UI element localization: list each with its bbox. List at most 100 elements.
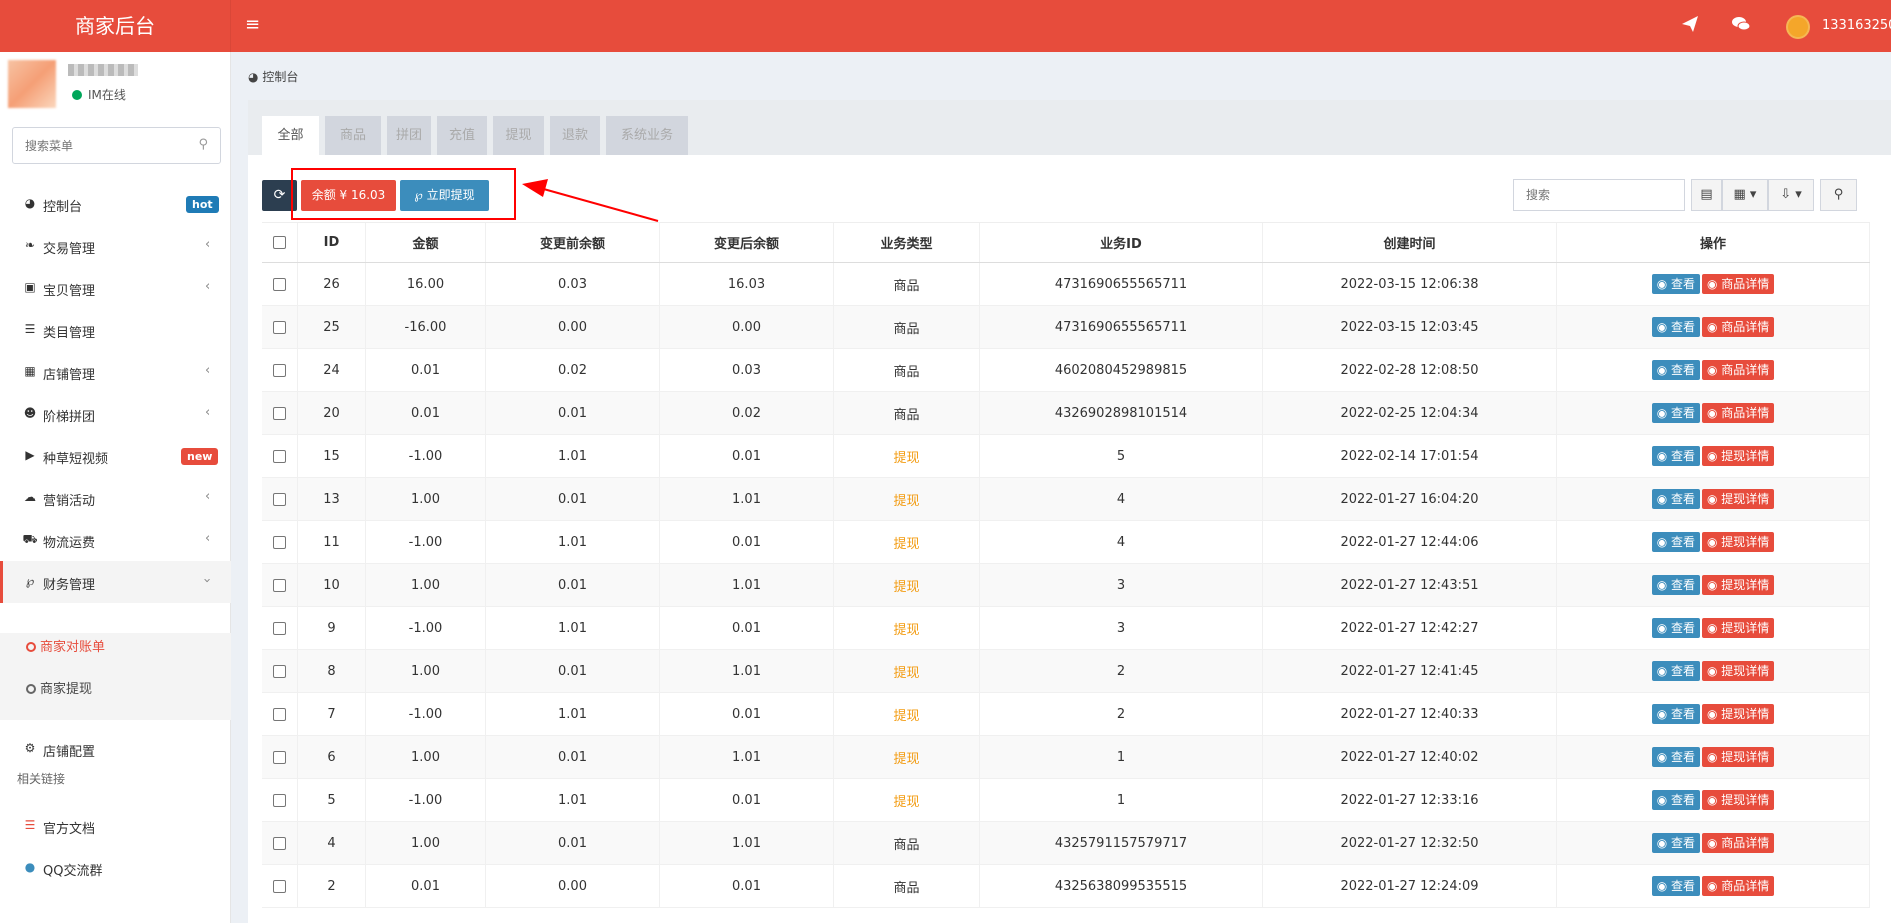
row-checkbox[interactable] [273,793,286,807]
tab-withdraw[interactable]: 提现 [493,116,544,155]
detail-button[interactable]: ◉ 商品详情 [1702,833,1775,853]
detail-button[interactable]: ◉ 提现详情 [1702,704,1775,724]
menu-toggle-icon[interactable]: ≡ [245,14,260,35]
row-select-cell[interactable] [262,349,298,391]
search-button[interactable]: ⚲ [1820,179,1857,211]
column-header[interactable]: 金额 [366,223,486,262]
row-checkbox[interactable] [273,277,286,291]
row-checkbox[interactable] [273,492,286,506]
sidebar-item-video[interactable]: ▶ 种草短视频 new [0,435,231,477]
column-header[interactable]: 业务类型 [834,223,980,262]
row-select-cell[interactable] [262,693,298,735]
view-button[interactable]: ◉ 查看 [1651,575,1700,595]
tab-system[interactable]: 系统业务 [606,116,688,155]
header-username[interactable]: 1331632503 [1822,18,1891,33]
detail-button[interactable]: ◉ 提现详情 [1702,790,1775,810]
view-button[interactable]: ◉ 查看 [1651,790,1700,810]
view-button[interactable]: ◉ 查看 [1651,747,1700,767]
row-checkbox[interactable] [273,707,286,721]
column-header[interactable]: 创建时间 [1263,223,1557,262]
sidebar-item-goods[interactable]: ▣ 宝贝管理 ‹ [0,267,231,309]
tab-refund[interactable]: 退款 [550,116,600,155]
row-select-cell[interactable] [262,263,298,305]
column-header[interactable]: 操作 [1557,223,1870,262]
export-button[interactable]: ⇩ ▾ [1768,179,1814,211]
detail-button[interactable]: ◉ 提现详情 [1702,618,1775,638]
view-button[interactable]: ◉ 查看 [1651,618,1700,638]
sidebar-item-group[interactable]: ☻ 阶梯拼团 ‹ [0,393,231,435]
row-checkbox[interactable] [273,535,286,549]
tab-recharge[interactable]: 充值 [437,116,487,155]
view-button[interactable]: ◉ 查看 [1651,446,1700,466]
detail-button[interactable]: ◉ 提现详情 [1702,446,1775,466]
sidebar-item-marketing[interactable]: ☁ 营销活动 ‹ [0,477,231,519]
row-select-cell[interactable] [262,392,298,434]
row-checkbox[interactable] [273,449,286,463]
select-all-cell[interactable] [262,223,298,262]
view-button[interactable]: ◉ 查看 [1651,833,1700,853]
toggle-view-button[interactable]: ▤ [1691,179,1722,211]
view-button[interactable]: ◉ 查看 [1651,274,1700,294]
app-logo[interactable]: 商家后台 [0,0,231,52]
row-checkbox[interactable] [273,406,286,420]
view-button[interactable]: ◉ 查看 [1651,317,1700,337]
detail-button[interactable]: ◉ 提现详情 [1702,489,1775,509]
tab-goods[interactable]: 商品 [325,116,381,155]
row-checkbox[interactable] [273,750,286,764]
row-select-cell[interactable] [262,650,298,692]
sidebar-item-logistics[interactable]: ⛟ 物流运费 ‹ [0,519,231,561]
detail-button[interactable]: ◉ 商品详情 [1702,403,1775,423]
columns-button[interactable]: ▦ ▾ [1722,179,1768,211]
row-select-cell[interactable] [262,607,298,649]
sidebar-item-store[interactable]: ▦ 店铺管理 ‹ [0,351,231,393]
search-icon[interactable]: ⚲ [198,137,208,152]
view-button[interactable]: ◉ 查看 [1651,489,1700,509]
column-header[interactable]: ID [298,223,366,262]
detail-button[interactable]: ◉ 提现详情 [1702,575,1775,595]
row-checkbox[interactable] [273,664,286,678]
row-select-cell[interactable] [262,736,298,778]
view-button[interactable]: ◉ 查看 [1651,704,1700,724]
tab-group[interactable]: 拼团 [387,116,431,155]
row-checkbox[interactable] [273,621,286,635]
detail-button[interactable]: ◉ 提现详情 [1702,661,1775,681]
row-select-cell[interactable] [262,865,298,907]
row-select-cell[interactable] [262,478,298,520]
row-select-cell[interactable] [262,779,298,821]
sidebar-subitem-statement[interactable]: 商家对账单 [26,636,105,655]
menu-search-input[interactable] [13,128,193,163]
sidebar-subitem-withdraw[interactable]: 商家提现 [26,678,92,697]
tab-all[interactable]: 全部 [262,116,319,155]
table-search-input[interactable] [1514,180,1684,210]
row-checkbox[interactable] [273,879,286,893]
detail-button[interactable]: ◉ 商品详情 [1702,274,1775,294]
sidebar-item-store-config[interactable]: ⚙ 店铺配置 [0,728,231,770]
view-button[interactable]: ◉ 查看 [1651,876,1700,896]
row-select-cell[interactable] [262,306,298,348]
chat-icon[interactable] [1731,14,1751,39]
column-header[interactable]: 业务ID [980,223,1263,262]
column-header[interactable]: 变更后余额 [660,223,834,262]
paper-plane-icon[interactable] [1680,14,1700,39]
detail-button[interactable]: ◉ 商品详情 [1702,360,1775,380]
sidebar-item-dashboard[interactable]: ◕ 控制台 hot [0,183,231,225]
select-all-checkbox[interactable] [273,236,286,249]
sidebar-item-category[interactable]: ☰ 类目管理 [0,309,231,351]
row-select-cell[interactable] [262,521,298,563]
view-button[interactable]: ◉ 查看 [1651,403,1700,423]
detail-button[interactable]: ◉ 提现详情 [1702,532,1775,552]
sidebar-item-finance[interactable]: ℘ 财务管理 ‹ [0,561,231,603]
view-button[interactable]: ◉ 查看 [1651,532,1700,552]
sidebar-item-docs[interactable]: ☰ 官方文档 [0,805,231,847]
row-select-cell[interactable] [262,435,298,477]
row-checkbox[interactable] [273,363,286,377]
user-avatar[interactable] [1786,15,1810,39]
detail-button[interactable]: ◉ 商品详情 [1702,876,1775,896]
row-checkbox[interactable] [273,578,286,592]
detail-button[interactable]: ◉ 提现详情 [1702,747,1775,767]
sidebar-item-trade[interactable]: ❧ 交易管理 ‹ [0,225,231,267]
breadcrumb[interactable]: ◕ 控制台 [248,68,298,85]
row-select-cell[interactable] [262,564,298,606]
row-checkbox[interactable] [273,320,286,334]
view-button[interactable]: ◉ 查看 [1651,360,1700,380]
